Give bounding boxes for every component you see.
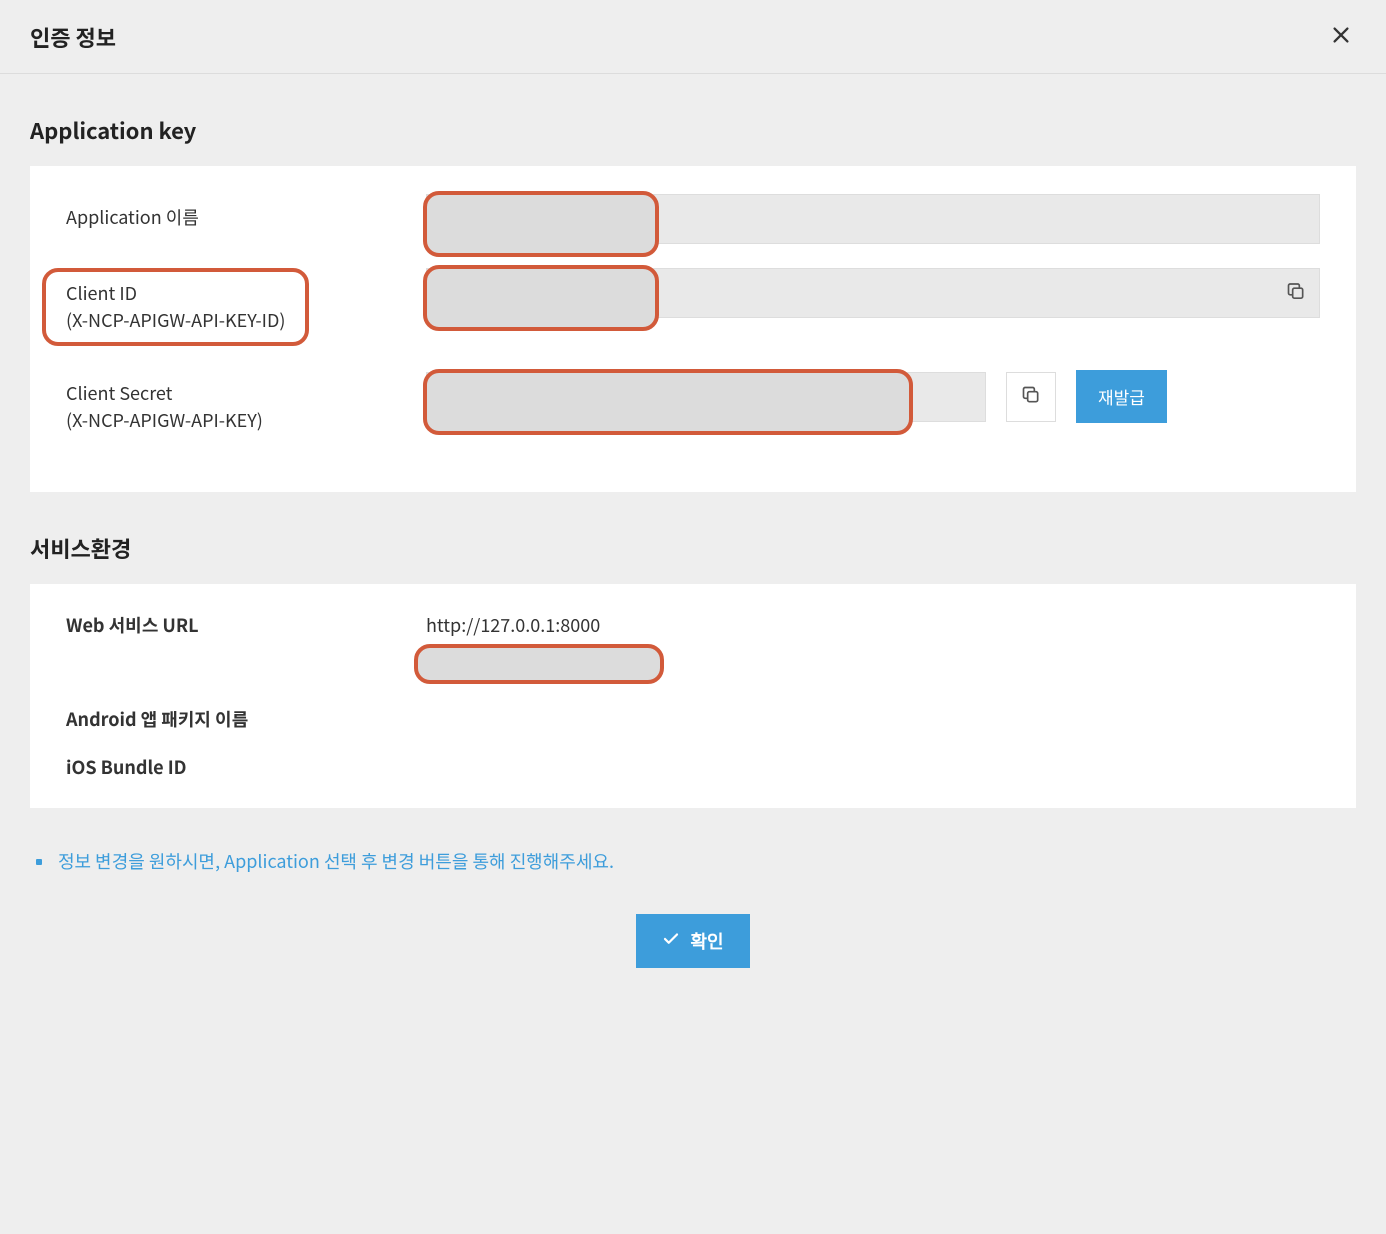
close-button[interactable] <box>1326 20 1356 53</box>
bullet-icon <box>36 859 42 865</box>
copy-client-id-button[interactable] <box>1282 278 1310 309</box>
redaction-overlay <box>414 644 664 684</box>
label-client-id-line1: Client ID <box>66 280 137 306</box>
confirm-label: 확인 <box>690 928 723 954</box>
label-application-name: Application 이름 <box>66 194 426 231</box>
check-icon <box>662 930 680 953</box>
label-android-package: Android 앱 패키지 이름 <box>66 706 426 732</box>
row-android-package: Android 앱 패키지 이름 <box>66 706 1320 732</box>
copy-icon <box>1021 385 1041 408</box>
label-client-id-line2: (X-NCP-APIGW-API-KEY-ID) <box>66 307 285 333</box>
row-ios-bundle: iOS Bundle ID <box>66 754 1320 780</box>
info-note: 정보 변경을 원하시면, Application 선택 후 변경 버튼을 통해 … <box>36 848 1356 874</box>
section-title-env: 서비스환경 <box>30 532 1356 564</box>
redaction-overlay <box>423 191 659 257</box>
redaction-overlay <box>423 265 659 331</box>
label-highlight-client-id: Client ID (X-NCP-APIGW-API-KEY-ID) <box>42 268 309 346</box>
modal-content: Application key Application 이름 Client ID… <box>0 74 1386 1038</box>
modal-title: 인증 정보 <box>30 21 116 53</box>
row-application-name: Application 이름 <box>66 194 1320 244</box>
info-text: 정보 변경을 원하시면, Application 선택 후 변경 버튼을 통해 … <box>58 848 614 874</box>
copy-client-secret-button[interactable] <box>1006 372 1056 422</box>
modal-header: 인증 정보 <box>0 0 1386 74</box>
env-card: Web 서비스 URL http://127.0.0.1:8000 Androi… <box>30 584 1356 808</box>
row-client-id: Client ID (X-NCP-APIGW-API-KEY-ID) <box>66 268 1320 346</box>
modal-footer: 확인 <box>30 914 1356 1008</box>
close-icon <box>1330 24 1352 49</box>
section-title-appkey: Application key <box>30 114 1356 146</box>
row-web-url: Web 서비스 URL http://127.0.0.1:8000 <box>66 612 1320 684</box>
label-ios-bundle: iOS Bundle ID <box>66 754 426 780</box>
confirm-button[interactable]: 확인 <box>636 914 749 968</box>
copy-icon <box>1286 282 1306 305</box>
label-client-secret-line1: Client Secret <box>66 380 172 406</box>
row-client-secret: Client Secret (X-NCP-APIGW-API-KEY) <box>66 370 1320 434</box>
redaction-overlay <box>423 369 913 435</box>
label-client-secret-line2: (X-NCP-APIGW-API-KEY) <box>66 407 263 433</box>
label-web-url: Web 서비스 URL <box>66 612 426 638</box>
value-web-url: http://127.0.0.1:8000 <box>426 612 1320 638</box>
appkey-card: Application 이름 Client ID (X-NCP-APIGW-AP… <box>30 166 1356 492</box>
reissue-button[interactable]: 재발급 <box>1076 370 1167 423</box>
